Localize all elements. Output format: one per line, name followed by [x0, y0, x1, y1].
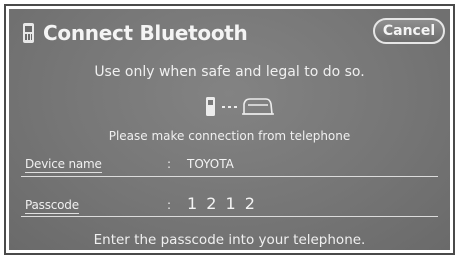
display-frame: Connect Bluetooth Cancel Use only when s… — [4, 4, 455, 255]
passcode-row-divider — [21, 216, 438, 217]
passcode-separator: : — [167, 198, 172, 212]
device-row-divider — [21, 176, 438, 177]
screen-title: Connect Bluetooth — [43, 21, 248, 45]
passcode-label: Passcode — [25, 198, 79, 214]
device-name-label: Device name — [25, 157, 102, 173]
bluetooth-phone-icon — [23, 23, 34, 43]
device-name-separator: : — [167, 157, 172, 171]
cancel-button[interactable]: Cancel — [373, 18, 445, 44]
phone-to-car-connection-icon — [206, 97, 274, 116]
device-name-value: TOYOTA — [187, 157, 234, 171]
passcode-value: 1 2 1 2 — [187, 194, 257, 213]
safety-notice: Use only when safe and legal to do so. — [94, 64, 365, 80]
connection-instruction: Please make connection from telephone — [108, 129, 351, 143]
bluetooth-connect-screen: Connect Bluetooth Cancel Use only when s… — [9, 9, 450, 250]
passcode-instruction: Enter the passcode into your telephone. — [93, 232, 366, 248]
